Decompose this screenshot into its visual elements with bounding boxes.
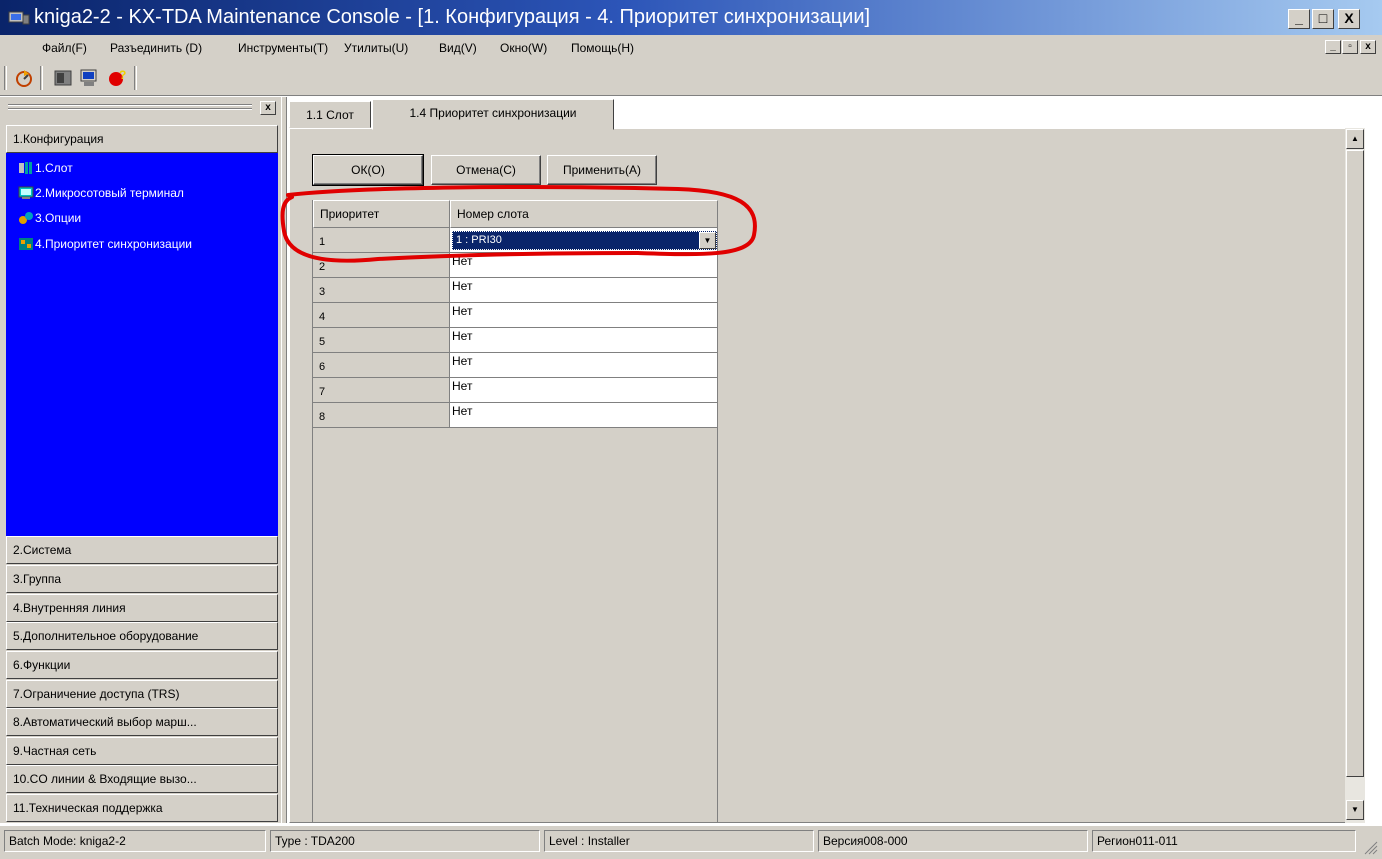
menu-help[interactable]: Помощь(H) <box>571 40 634 56</box>
menu-bar: Файл(F) Разъединить (D) Инструменты(T) У… <box>0 35 1382 59</box>
app-icon <box>8 9 30 26</box>
priority-cell: 3 <box>313 278 450 303</box>
slot-cell[interactable]: Нет <box>450 378 718 403</box>
window-title: kniga2-2 - KX-TDA Maintenance Console - … <box>34 6 871 28</box>
maximize-button[interactable]: □ <box>1312 9 1334 29</box>
status-version: Версия008-000 <box>818 830 1088 852</box>
category-extension[interactable]: 4.Внутренняя линия <box>6 594 278 622</box>
toolbar-separator-end <box>134 66 137 90</box>
scroll-thumb[interactable] <box>1346 150 1364 777</box>
category-configuration[interactable]: 1.Конфигурация <box>6 125 278 153</box>
priority-cell: 5 <box>313 328 450 353</box>
menu-utilities[interactable]: Утилиты(U) <box>344 40 408 56</box>
pane-close-button[interactable]: x <box>260 101 276 115</box>
close-button[interactable]: X <box>1338 9 1360 29</box>
toolbar: ? <box>0 59 1382 97</box>
slot-cell[interactable]: Нет <box>450 353 718 378</box>
status-level: Level : Installer <box>544 830 814 852</box>
sub-item-sync-priority[interactable]: 4.Приоритет синхронизации <box>18 234 192 254</box>
terminal-icon <box>18 186 34 200</box>
tab-slot[interactable]: 1.1 Слот <box>289 101 371 128</box>
status-bar: Batch Mode: kniga2-2 Type : TDA200 Level… <box>0 826 1382 859</box>
ok-button[interactable]: ОК(O) <box>312 154 424 186</box>
category-ars[interactable]: 8.Автоматический выбор марш... <box>6 708 278 736</box>
menu-view[interactable]: Вид(V) <box>439 40 477 56</box>
help-icon[interactable]: ? <box>106 68 128 88</box>
menu-disconnect[interactable]: Разъединить (D) <box>110 40 202 56</box>
options-icon <box>18 211 34 225</box>
sub-item-microcell-terminal[interactable]: 2.Микросотовый терминал <box>18 183 184 203</box>
category-trs[interactable]: 7.Ограничение доступа (TRS) <box>6 680 278 708</box>
priority-cell: 7 <box>313 378 450 403</box>
category-features[interactable]: 6.Функции <box>6 651 278 679</box>
resize-grip-icon[interactable] <box>1362 839 1378 855</box>
minimize-button[interactable]: _ <box>1288 9 1310 29</box>
vertical-scrollbar[interactable]: ▲ ▼ <box>1345 128 1365 823</box>
connect-icon[interactable] <box>13 68 35 88</box>
menu-file[interactable]: Файл(F) <box>42 40 87 56</box>
category-maintenance[interactable]: 11.Техническая поддержка <box>6 794 278 822</box>
slot-cell[interactable]: Нет <box>450 328 718 353</box>
menu-tools[interactable]: Инструменты(T) <box>238 40 328 56</box>
status-mode: Batch Mode: kniga2-2 <box>4 830 266 852</box>
category-system[interactable]: 2.Система <box>6 536 278 564</box>
title-bar[interactable]: kniga2-2 - KX-TDA Maintenance Console - … <box>0 0 1382 35</box>
scroll-up-button[interactable]: ▲ <box>1346 129 1364 149</box>
slot-icon <box>18 161 34 175</box>
toolbar-separator <box>40 66 43 90</box>
sub-item-label: 1.Слот <box>35 161 73 175</box>
mdi-restore-button[interactable]: ▫ <box>1342 40 1358 54</box>
disconnect-icon[interactable] <box>52 68 74 88</box>
mdi-close-button[interactable]: x <box>1360 40 1376 54</box>
slot-cell[interactable]: Нет <box>450 303 718 328</box>
svg-text:?: ? <box>119 68 126 82</box>
sub-item-label: 3.Опции <box>35 211 82 225</box>
cancel-button[interactable]: Отмена(C) <box>431 155 541 185</box>
sub-item-label: 4.Приоритет синхронизации <box>35 237 192 251</box>
scroll-down-button[interactable]: ▼ <box>1346 800 1364 820</box>
sync-icon <box>18 237 34 251</box>
sub-item-slot[interactable]: 1.Слот <box>18 158 73 178</box>
terminal-icon[interactable] <box>78 68 100 88</box>
toolbar-grip <box>4 66 7 90</box>
category-private-network[interactable]: 9.Частная сеть <box>6 737 278 765</box>
pane-grip <box>8 108 252 110</box>
category-optional-equipment[interactable]: 5.Дополнительное оборудование <box>6 622 278 650</box>
apply-button[interactable]: Применить(A) <box>547 155 657 185</box>
priority-cell: 8 <box>313 403 450 428</box>
red-annotation-outline <box>280 185 757 263</box>
priority-cell: 4 <box>313 303 450 328</box>
status-region: Регион011-011 <box>1092 830 1356 852</box>
slot-cell[interactable]: Нет <box>450 278 718 303</box>
category-group[interactable]: 3.Группа <box>6 565 278 593</box>
menu-window[interactable]: Окно(W) <box>500 40 547 56</box>
mdi-minimize-button[interactable]: _ <box>1325 40 1341 54</box>
priority-cell: 6 <box>313 353 450 378</box>
sub-item-options[interactable]: 3.Опции <box>18 208 81 228</box>
grid-empty-area <box>313 428 718 822</box>
tab-sync-priority[interactable]: 1.4 Приоритет синхронизации <box>372 99 614 130</box>
pane-grip <box>8 104 252 106</box>
sub-item-label: 2.Микросотовый терминал <box>35 186 184 200</box>
status-type: Type : TDA200 <box>270 830 540 852</box>
slot-cell[interactable]: Нет <box>450 403 718 428</box>
category-co-lines[interactable]: 10.CO линии & Входящие вызо... <box>6 765 278 793</box>
